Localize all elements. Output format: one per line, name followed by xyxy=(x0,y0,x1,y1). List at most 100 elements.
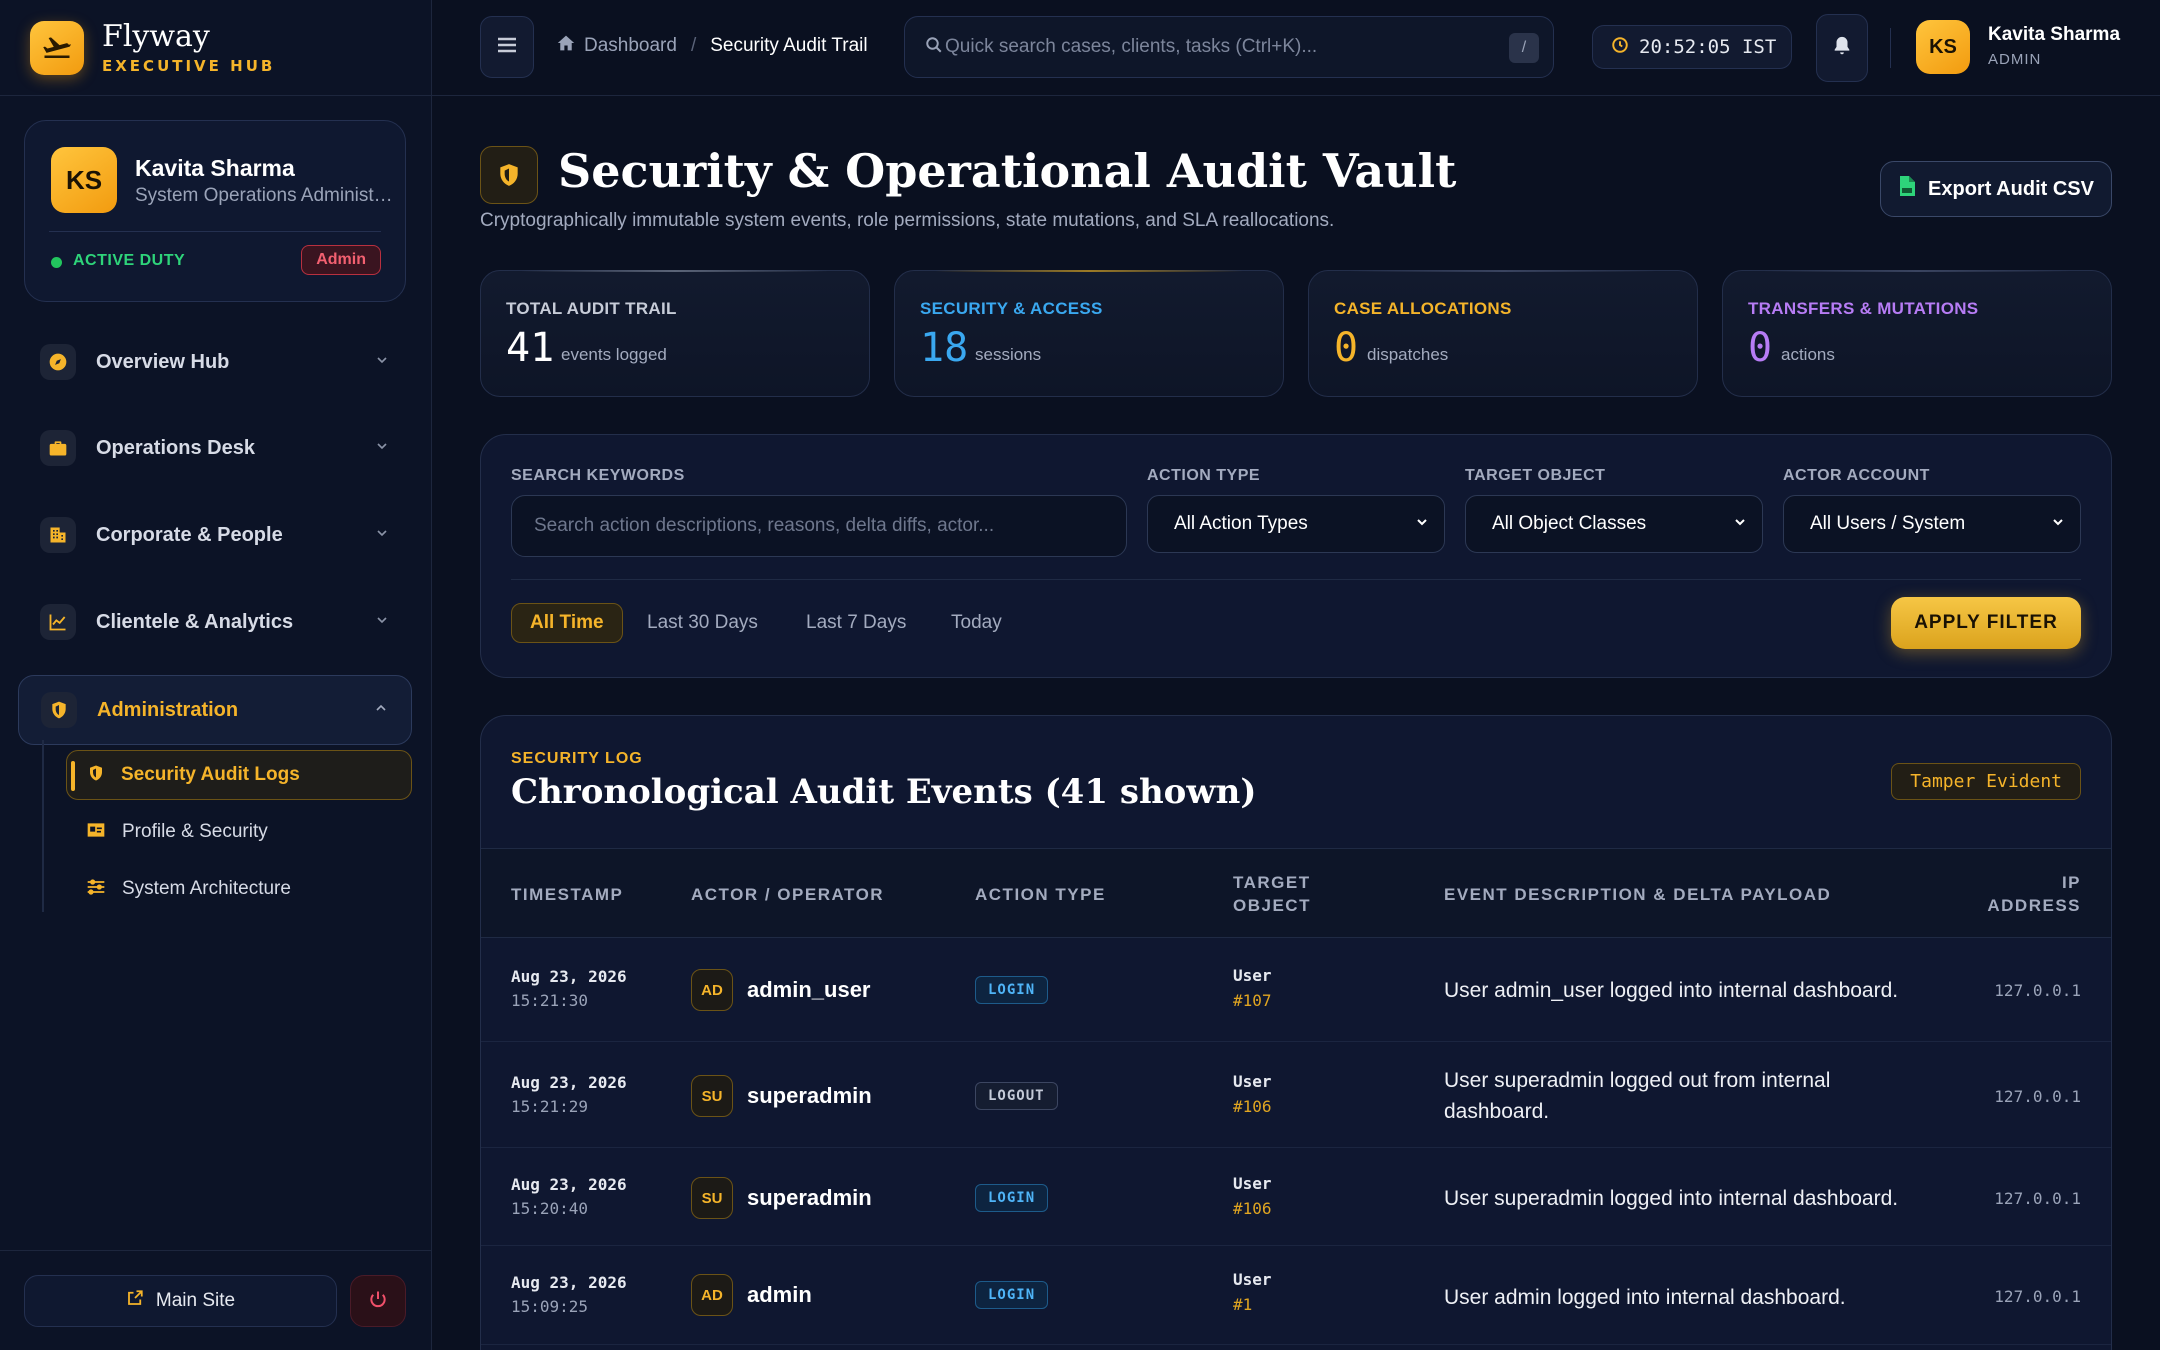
actor-name: admin_user xyxy=(747,977,871,1002)
menu-toggle-button[interactable] xyxy=(480,16,534,78)
keywords-label: SEARCH KEYWORDS xyxy=(511,467,685,484)
home-icon xyxy=(556,34,576,58)
clock-icon xyxy=(1611,36,1629,59)
main-site-button[interactable]: Main Site xyxy=(24,1275,337,1327)
notifications-button[interactable] xyxy=(1816,14,1868,82)
table-row[interactable]: Aug 23, 2026 15:21:29 SU superadmin LOGO… xyxy=(481,1043,2111,1148)
action-type-select[interactable]: All Action Types xyxy=(1147,495,1445,553)
row-date: Aug 23, 2026 xyxy=(511,1273,627,1292)
row-time: 15:09:25 xyxy=(511,1297,589,1316)
actor-avatar: SU xyxy=(691,1075,733,1117)
sliders-icon xyxy=(86,878,106,901)
stat-value: 41 xyxy=(506,325,555,371)
tamper-evident-badge: Tamper Evident xyxy=(1891,763,2081,800)
shield-icon xyxy=(41,692,77,728)
event-description: User superadmin logged out from internal… xyxy=(1444,1069,1831,1123)
keywords-input[interactable] xyxy=(534,515,1114,537)
target-cell: User #106 xyxy=(1233,1171,1272,1221)
clock-time: 20:52:05 IST xyxy=(1639,36,1777,58)
column-header-target[interactable]: TARGET OBJECT xyxy=(1233,871,1311,917)
building-icon xyxy=(40,517,76,553)
nav-label: Overview Hub xyxy=(96,350,230,373)
column-header-actor[interactable]: ACTOR / OPERATOR xyxy=(691,883,884,906)
header-line: ADDRESS xyxy=(1987,896,2081,915)
csv-file-icon xyxy=(1898,175,1916,203)
stat-label: TRANSFERS & MUTATIONS xyxy=(1748,299,1979,318)
sub-item-label: System Architecture xyxy=(122,878,291,899)
action-type-label: ACTION TYPE xyxy=(1147,467,1261,484)
range-today[interactable]: Today xyxy=(951,603,1002,643)
actor-name: superadmin xyxy=(747,1185,872,1210)
nav-overview-hub[interactable]: Overview Hub xyxy=(18,327,412,397)
brand[interactable]: Flyway EXECUTIVE HUB xyxy=(0,0,431,96)
divider xyxy=(49,231,381,232)
actor-account-select[interactable]: All Users / System xyxy=(1783,495,2081,553)
export-csv-button[interactable]: Export Audit CSV xyxy=(1880,161,2112,217)
sidebar-item-system-architecture[interactable]: System Architecture xyxy=(66,864,412,914)
sidebar-item-security-audit-logs[interactable]: Security Audit Logs xyxy=(66,750,412,800)
breadcrumb-home[interactable]: Dashboard xyxy=(556,34,677,58)
topbar: Dashboard / Security Audit Trail / 20:52… xyxy=(432,0,2160,96)
sidebar-footer: Main Site xyxy=(0,1250,431,1350)
main-site-label: Main Site xyxy=(155,1290,236,1311)
column-header-ip[interactable]: IP ADDRESS xyxy=(1987,871,2081,917)
breadcrumb-current: Security Audit Trail xyxy=(710,35,868,56)
sidebar-item-profile-security[interactable]: Profile & Security xyxy=(66,807,412,857)
stat-label: SECURITY & ACCESS xyxy=(920,299,1103,318)
chevron-down-icon xyxy=(2050,514,2066,536)
actor-avatar: SU xyxy=(691,1177,733,1219)
column-header-action[interactable]: ACTION TYPE xyxy=(975,883,1106,906)
target-cell: User #107 xyxy=(1233,963,1272,1013)
row-time: 15:21:30 xyxy=(511,991,589,1010)
status-dot xyxy=(51,257,62,268)
stat-value: 0 xyxy=(1334,325,1359,371)
user-name: Kavita Sharma xyxy=(1988,24,2121,45)
nav-label: Operations Desk xyxy=(96,436,255,459)
table-title: Chronological Audit Events (41 shown) xyxy=(511,772,1257,812)
filter-panel: SEARCH KEYWORDS ACTION TYPE All Action T… xyxy=(480,434,2112,678)
select-value: All Action Types xyxy=(1174,513,1308,534)
brand-name: Flyway xyxy=(102,19,210,54)
subnav-line xyxy=(42,740,44,912)
stat-card-allocations: CASE ALLOCATIONS 0 dispatches xyxy=(1308,270,1698,397)
table-row[interactable]: Aug 23, 2026 15:20:40 SU superadmin LOGI… xyxy=(481,1149,2111,1246)
table-eyebrow: SECURITY LOG xyxy=(511,750,643,767)
status-text: ACTIVE DUTY xyxy=(73,252,186,269)
column-header-description[interactable]: EVENT DESCRIPTION & DELTA PAYLOAD xyxy=(1444,883,1831,906)
user-avatar[interactable]: KS xyxy=(1916,20,1970,74)
stat-card-transfers: TRANSFERS & MUTATIONS 0 actions xyxy=(1722,270,2112,397)
target-object-select[interactable]: All Object Classes xyxy=(1465,495,1763,553)
logout-button[interactable] xyxy=(350,1275,406,1327)
stat-label: TOTAL AUDIT TRAIL xyxy=(506,299,677,318)
nav-administration[interactable]: Administration xyxy=(18,675,412,745)
target-cell: User #1 xyxy=(1233,1267,1272,1317)
range-last-30-days[interactable]: Last 30 Days xyxy=(647,603,758,643)
range-last-7-days[interactable]: Last 7 Days xyxy=(806,603,906,643)
timestamp-cell: Aug 23, 2026 15:21:30 xyxy=(511,965,627,1013)
chevron-down-icon xyxy=(374,525,390,546)
header-line: TARGET xyxy=(1233,873,1311,892)
search-input[interactable] xyxy=(945,36,1485,58)
apply-filter-button[interactable]: APPLY FILTER xyxy=(1891,597,2081,649)
sub-item-label: Security Audit Logs xyxy=(121,764,300,785)
stat-label: CASE ALLOCATIONS xyxy=(1334,299,1512,318)
shield-icon xyxy=(480,146,538,204)
target-id: #107 xyxy=(1233,991,1272,1010)
nav-clientele-analytics[interactable]: Clientele & Analytics xyxy=(18,587,412,657)
nav-corporate-people[interactable]: Corporate & People xyxy=(18,500,412,570)
target-id: #106 xyxy=(1233,1097,1272,1116)
clock: 20:52:05 IST xyxy=(1592,25,1792,69)
range-all-time[interactable]: All Time xyxy=(511,603,623,643)
row-date: Aug 23, 2026 xyxy=(511,1175,627,1194)
action-type-pill: LOGIN xyxy=(975,976,1049,1004)
ip-address: 127.0.0.1 xyxy=(1994,1287,2081,1306)
nav-operations-desk[interactable]: Operations Desk xyxy=(18,413,412,483)
table-row[interactable]: Aug 23, 2026 15:21:30 AD admin_user LOGI… xyxy=(481,939,2111,1042)
column-header-timestamp[interactable]: TIMESTAMP xyxy=(511,883,623,906)
page-title: Security & Operational Audit Vault xyxy=(558,144,1457,198)
divider xyxy=(511,579,2081,580)
table-row[interactable]: Aug 23, 2026 15:09:25 AD admin LOGIN Use… xyxy=(481,1247,2111,1345)
profile-name: Kavita Sharma xyxy=(135,155,295,181)
briefcase-icon xyxy=(40,430,76,466)
header-line: OBJECT xyxy=(1233,896,1311,915)
